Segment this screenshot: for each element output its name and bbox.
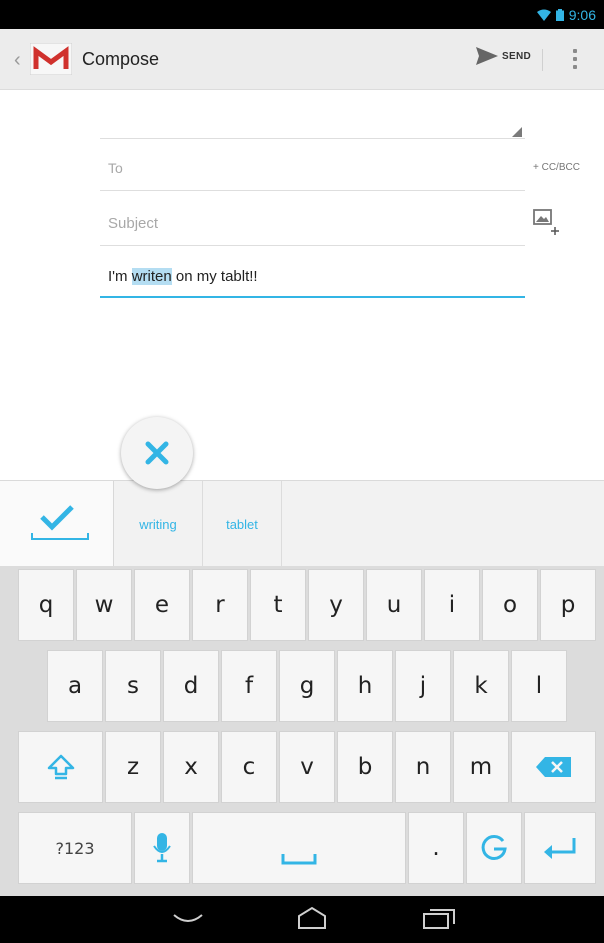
key[interactable]: d xyxy=(163,650,219,722)
space-key[interactable] xyxy=(192,812,406,884)
delete-icon xyxy=(535,757,571,777)
key[interactable]: y xyxy=(308,569,364,641)
google-icon xyxy=(481,834,507,860)
key[interactable]: n xyxy=(395,731,451,803)
back-nav-icon[interactable] xyxy=(172,913,204,925)
cc-bcc-button[interactable]: + CC/BCC xyxy=(533,162,580,173)
suggestion-item[interactable]: writing xyxy=(114,481,203,567)
key[interactable]: v xyxy=(279,731,335,803)
body-focus-underline xyxy=(100,296,525,298)
body-text-before: I'm xyxy=(108,268,132,285)
divider xyxy=(100,245,525,246)
key[interactable]: k xyxy=(453,650,509,722)
status-icons: 9:06 xyxy=(536,7,596,23)
suggestion-strip: writing tablet xyxy=(0,480,604,567)
delete-key[interactable] xyxy=(511,731,596,803)
send-label: SEND xyxy=(502,50,531,62)
gmail-logo[interactable] xyxy=(30,43,72,75)
suggestion-item[interactable]: tablet xyxy=(203,481,282,567)
send-icon xyxy=(476,47,498,65)
key[interactable]: b xyxy=(337,731,393,803)
key[interactable]: a xyxy=(47,650,103,722)
status-time: 9:06 xyxy=(568,7,596,23)
key[interactable]: t xyxy=(250,569,306,641)
key[interactable]: u xyxy=(366,569,422,641)
key[interactable]: w xyxy=(76,569,132,641)
action-bar: ‹ Compose SEND xyxy=(0,29,604,90)
home-nav-icon[interactable] xyxy=(296,906,328,930)
key[interactable]: i xyxy=(424,569,480,641)
up-chevron-icon[interactable]: ‹ xyxy=(14,49,21,72)
voice-input-key[interactable] xyxy=(134,812,190,884)
recent-apps-icon[interactable] xyxy=(422,908,456,930)
key[interactable]: r xyxy=(192,569,248,641)
google-key[interactable] xyxy=(466,812,522,884)
period-key[interactable]: . xyxy=(408,812,464,884)
key[interactable]: h xyxy=(337,650,393,722)
dismiss-suggestion-button[interactable] xyxy=(121,417,193,489)
from-account-dropdown-icon[interactable] xyxy=(512,127,522,137)
close-icon xyxy=(145,441,169,465)
attach-image-icon[interactable] xyxy=(533,207,563,235)
key[interactable]: c xyxy=(221,731,277,803)
key[interactable]: e xyxy=(134,569,190,641)
subject-field[interactable]: Subject xyxy=(108,215,158,232)
key[interactable]: m xyxy=(453,731,509,803)
system-nav-bar xyxy=(0,896,604,943)
key[interactable]: z xyxy=(105,731,161,803)
action-divider xyxy=(542,49,543,71)
divider xyxy=(100,190,525,191)
key[interactable]: j xyxy=(395,650,451,722)
send-button[interactable]: SEND xyxy=(476,47,531,65)
status-bar: 9:06 xyxy=(0,0,604,29)
page-title: Compose xyxy=(82,49,160,69)
body-text-after: on my tablt!! xyxy=(171,268,258,285)
key[interactable]: l xyxy=(511,650,567,722)
enter-icon xyxy=(544,838,576,859)
to-field[interactable]: To xyxy=(108,160,123,176)
key[interactable]: x xyxy=(163,731,219,803)
key[interactable]: g xyxy=(279,650,335,722)
key[interactable]: p xyxy=(540,569,596,641)
key[interactable]: o xyxy=(482,569,538,641)
overflow-menu-icon[interactable] xyxy=(568,45,582,75)
shift-key[interactable] xyxy=(18,731,103,803)
accept-suggestion-button[interactable] xyxy=(0,481,114,567)
key[interactable]: f xyxy=(221,650,277,722)
checkmark-icon xyxy=(31,505,89,540)
space-icon xyxy=(281,854,317,865)
shift-icon xyxy=(47,754,74,780)
symbols-key[interactable]: ?123 xyxy=(18,812,132,884)
body-selected-word: writen xyxy=(131,268,172,285)
mic-icon xyxy=(153,833,171,863)
battery-icon xyxy=(555,9,564,21)
divider xyxy=(100,138,525,139)
enter-key[interactable] xyxy=(524,812,596,884)
message-body-field[interactable]: I'm writen on my tablt!! xyxy=(108,268,258,285)
key[interactable]: s xyxy=(105,650,161,722)
keyboard: q w e r t y u i o p a s d f g h j k l z … xyxy=(0,566,604,896)
key[interactable]: q xyxy=(18,569,74,641)
wifi-icon xyxy=(536,9,551,21)
